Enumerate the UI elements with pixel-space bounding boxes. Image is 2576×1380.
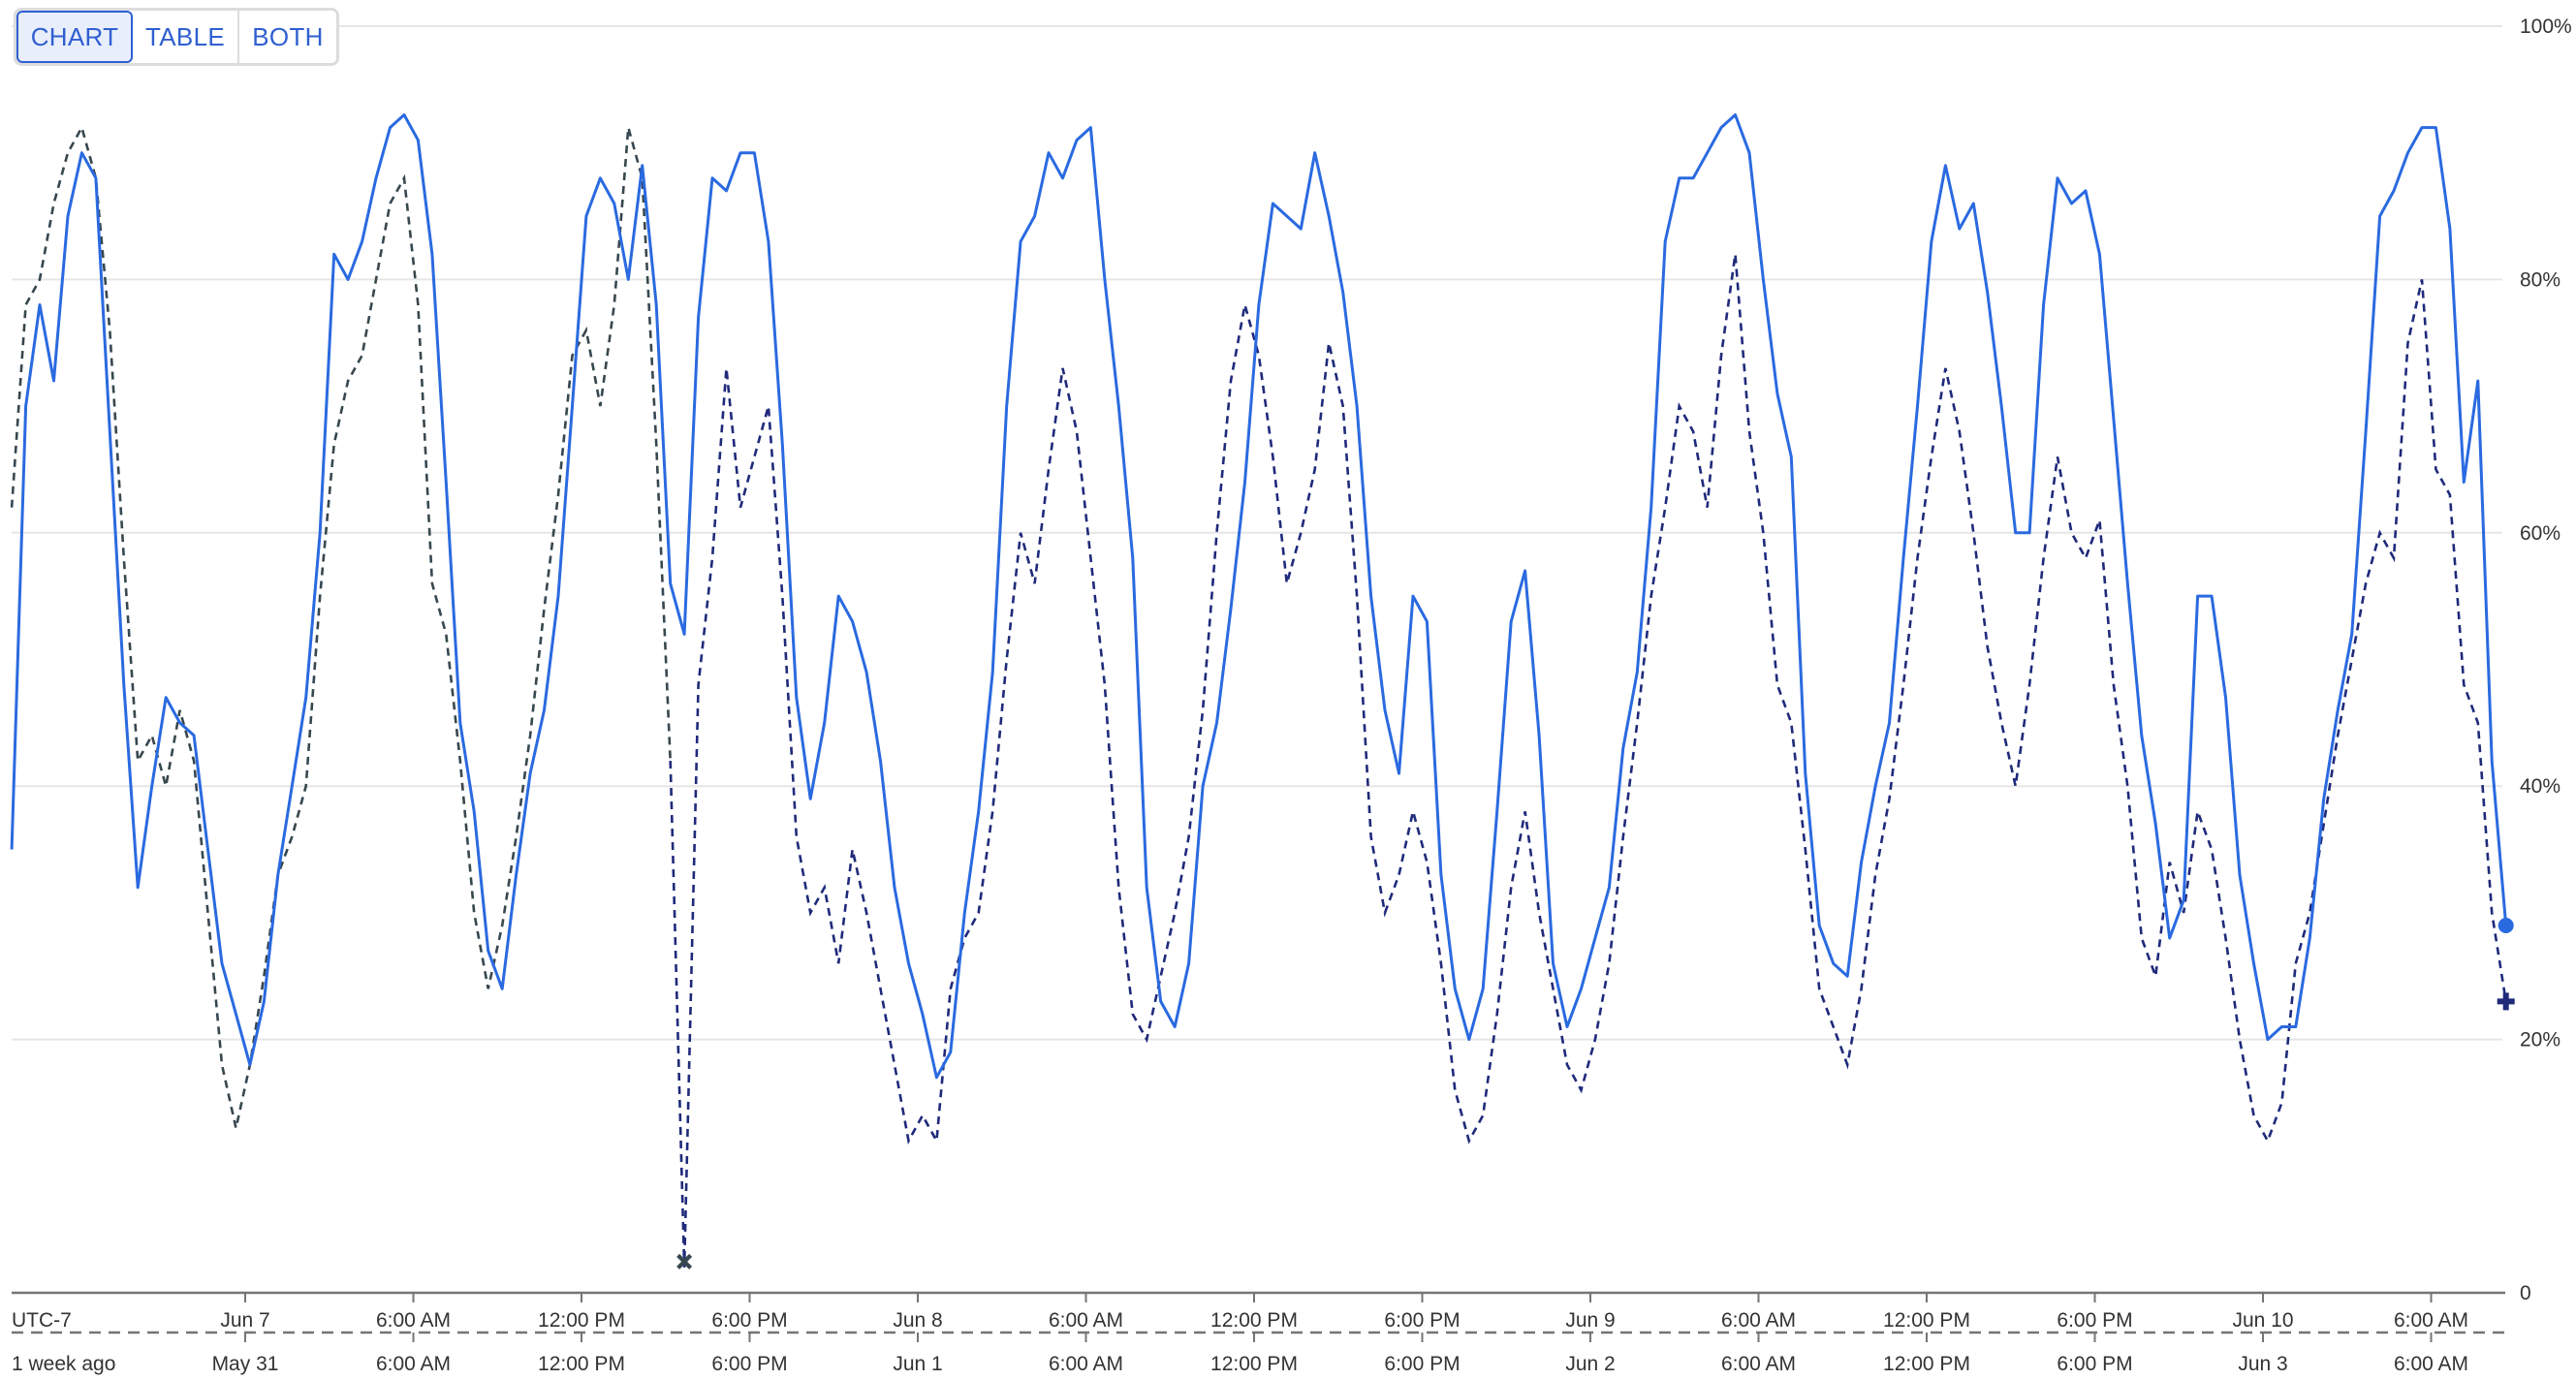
previous-end-plus-icon: [2497, 992, 2515, 1011]
series-lines: [10, 113, 2508, 1268]
x-tick-label: 6:00 PM: [711, 1309, 787, 1332]
x-tick-label: Jun 10: [2232, 1309, 2293, 1332]
x-tick-label-secondary: 6:00 AM: [1721, 1353, 1796, 1375]
x-tick-label: 12:00 PM: [538, 1309, 625, 1332]
x-tick-label-secondary: 6:00 PM: [711, 1353, 787, 1375]
x-tick-label-secondary: Jun 1: [893, 1353, 942, 1375]
y-tick-label: 100%: [2520, 16, 2572, 38]
series-markers: [676, 917, 2515, 1270]
x-tick-label: Jun 8: [893, 1309, 942, 1332]
current-end-marker: [2497, 917, 2514, 933]
chart-view-button[interactable]: CHART: [16, 11, 133, 63]
x-tick-label-secondary: 12:00 PM: [1210, 1353, 1298, 1375]
table-view-button[interactable]: TABLE: [133, 11, 239, 63]
y-tick-label: 0: [2520, 1282, 2531, 1304]
x-tick-label-secondary: Jun 3: [2238, 1353, 2287, 1375]
grid-lines: [12, 25, 2502, 1041]
x-tick-label: 12:00 PM: [1210, 1309, 1298, 1332]
y-tick-label: 60%: [2520, 522, 2560, 545]
x-tick-label: 6:00 AM: [1721, 1309, 1796, 1332]
x-tick-label-secondary: 6:00 AM: [1049, 1353, 1123, 1375]
usage-line-chart: 0 20% 40% 60% 80% 100% UTC-7 1 week ago Jun 7 6:…: [10, 16, 2572, 1375]
previous-week-line-early: [10, 124, 672, 1129]
x-tick-label-secondary: 12:00 PM: [538, 1353, 625, 1375]
x-tick-label: 6:00 AM: [1049, 1309, 1123, 1332]
x-tick-label: 6:00 PM: [2057, 1309, 2132, 1332]
y-tick-label: 80%: [2520, 268, 2560, 291]
x-tick-label-secondary: 6:00 PM: [1384, 1353, 1460, 1375]
y-tick-label: 20%: [2520, 1029, 2560, 1051]
x-tick-label-secondary: Jun 2: [1565, 1353, 1615, 1375]
x-tick-label-secondary: May 31: [212, 1353, 279, 1375]
x-tick-label-secondary: 6:00 PM: [2057, 1353, 2132, 1375]
x-tick-label: Jun 7: [220, 1309, 269, 1332]
x-tick-label: 6:00 PM: [1384, 1309, 1460, 1332]
comparison-label: 1 week ago: [12, 1353, 115, 1375]
x-tick-label: 12:00 PM: [1883, 1309, 1970, 1332]
y-tick-label: 40%: [2520, 775, 2560, 798]
current-line: [10, 113, 2508, 1080]
x-tick-label-secondary: 6:00 AM: [2394, 1353, 2468, 1375]
x-tick-label: Jun 9: [1565, 1309, 1615, 1332]
x-tick-label-secondary: 12:00 PM: [1883, 1353, 1970, 1375]
x-tick-label: 6:00 AM: [2394, 1309, 2468, 1332]
x-axis: UTC-7 1 week ago Jun 7 6:00 AM 12:00 PM 6:00 …: [12, 1291, 2505, 1375]
view-toggle-group: CHART TABLE BOTH: [14, 8, 339, 66]
x-tick-label-secondary: 6:00 AM: [376, 1353, 451, 1375]
both-view-button[interactable]: BOTH: [239, 11, 336, 63]
y-axis-labels: 0 20% 40% 60% 80% 100%: [2520, 16, 2572, 1304]
x-tick-label: 6:00 AM: [376, 1309, 451, 1332]
timezone-label: UTC-7: [12, 1309, 72, 1332]
